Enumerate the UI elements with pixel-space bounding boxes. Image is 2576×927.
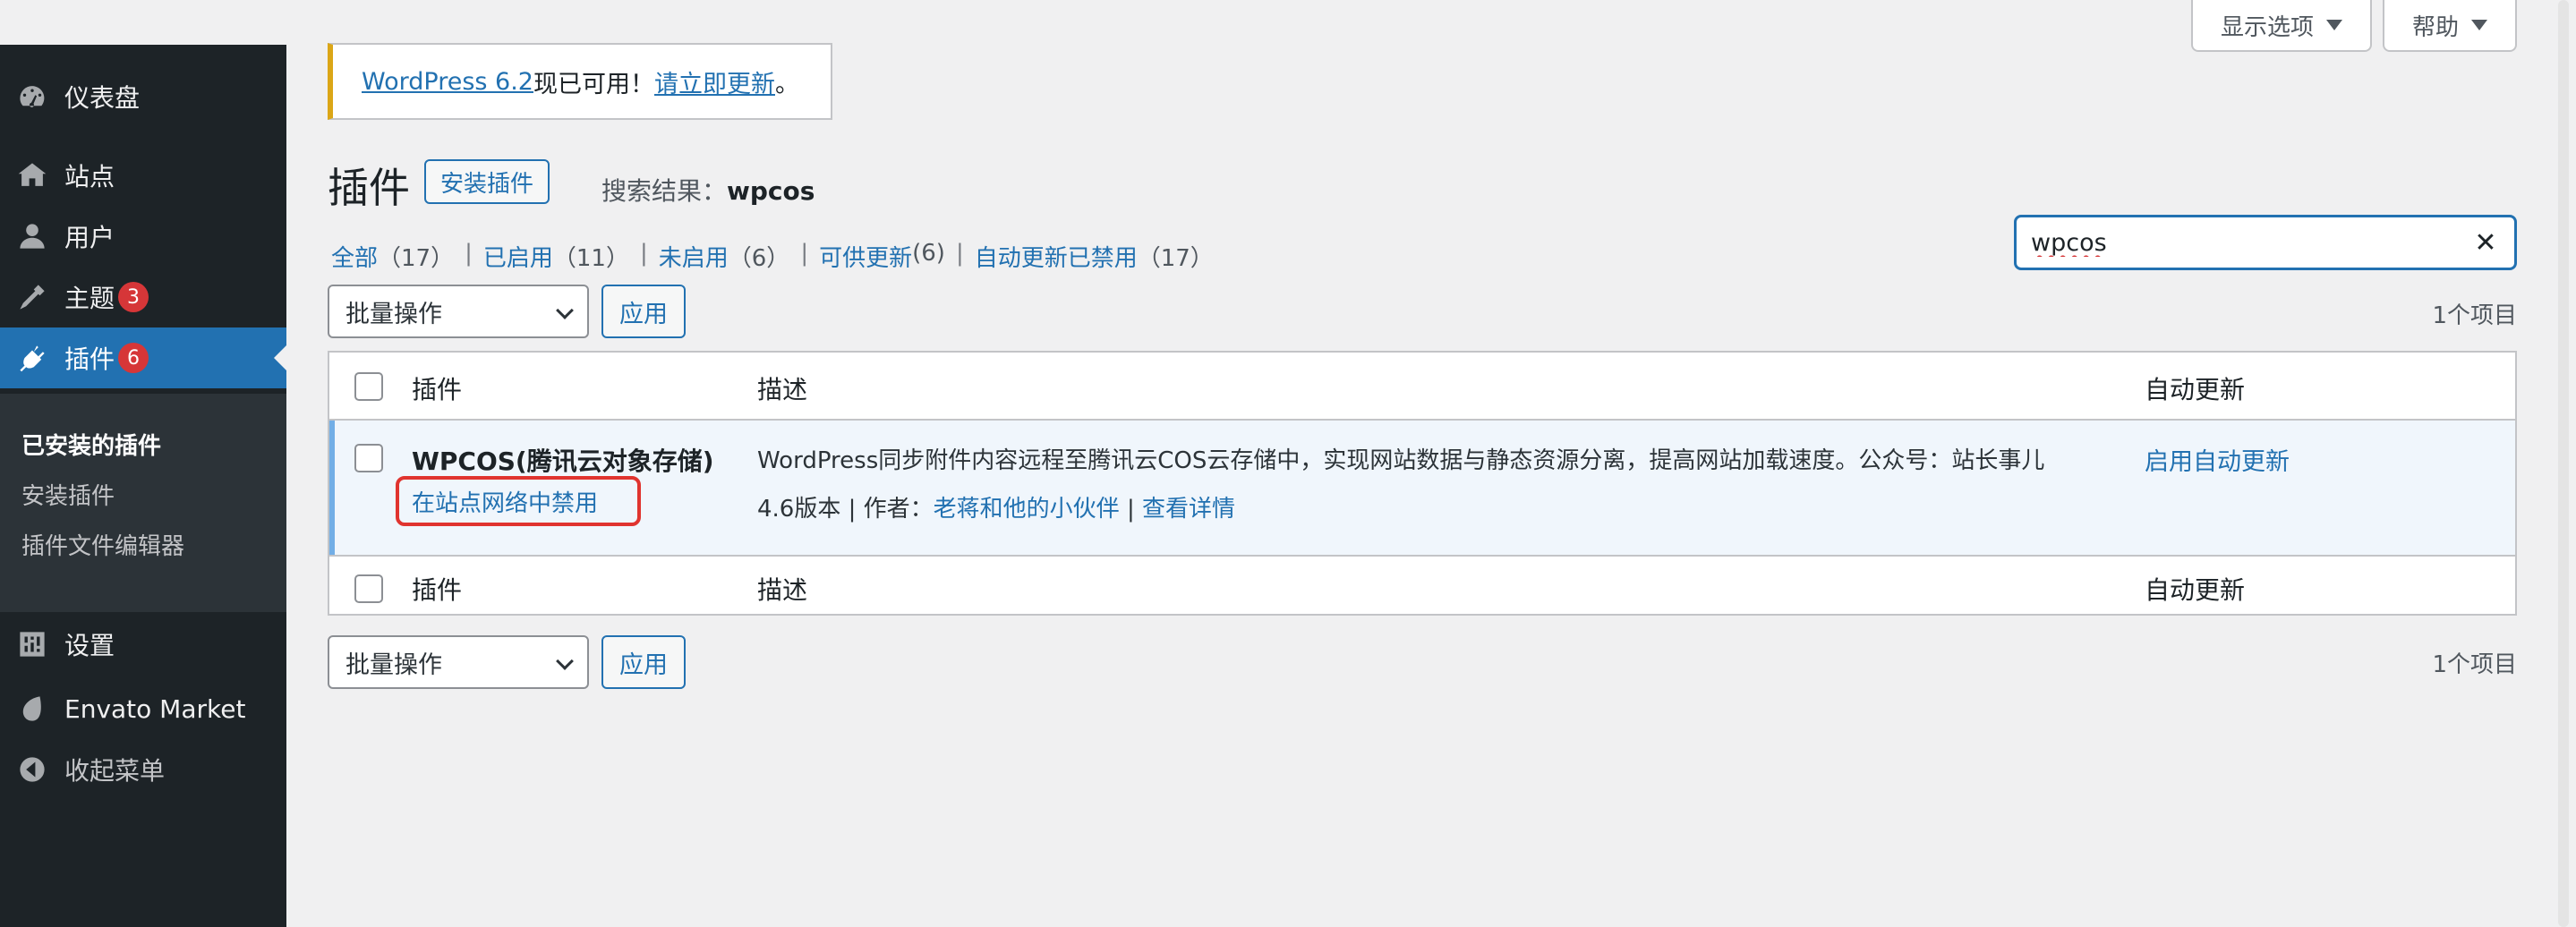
filter-count: (6)	[912, 240, 945, 267]
items-count-bottom: 1个项目	[2432, 651, 2517, 678]
column-header-auto-update: 自动更新	[2145, 375, 2246, 404]
sidebar-item-sites[interactable]: 站点	[0, 145, 286, 206]
items-count-top: 1个项目	[2432, 302, 2517, 329]
plugin-status-filters: 全部 （17） | 已启用 （11） | 未启用 （6） | 可供更新 (6) | 自动…	[331, 240, 1214, 273]
sidebar-item-plugins[interactable]: 插件 6	[0, 327, 286, 388]
sidebar-label: Envato Market	[64, 693, 246, 724]
filter-update-available[interactable]: 可供更新	[819, 240, 912, 273]
caret-down-icon	[2471, 20, 2487, 30]
search-results-summary: 搜索结果：wpcos	[601, 172, 815, 208]
bulk-actions-select-bottom[interactable]: 批量操作	[328, 635, 589, 689]
search-results-label: 搜索结果：	[601, 176, 728, 206]
page-title: 插件	[328, 164, 410, 212]
page-scrollbar[interactable]	[2558, 0, 2569, 927]
sidebar-label: 主题	[64, 284, 115, 313]
clear-search-icon[interactable]: ✕	[2471, 227, 2500, 259]
bulk-actions-label: 批量操作	[345, 300, 442, 328]
dashboard-icon	[16, 81, 48, 113]
table-footer-row: 插件 描述 自动更新	[329, 555, 2515, 616]
sidebar-label: 站点	[64, 162, 115, 191]
submenu-installed-plugins[interactable]: 已安装的插件	[21, 428, 161, 461]
column-header-plugin: 插件	[412, 375, 463, 404]
notice-end: 。	[774, 70, 799, 98]
column-header-description: 描述	[757, 375, 808, 404]
plugin-name: WPCOS(腾讯云对象存储)	[412, 446, 714, 476]
filter-count: （17）	[378, 245, 455, 272]
plugin-search-input[interactable]	[2031, 228, 2461, 257]
chevron-down-icon	[556, 652, 574, 670]
filter-separator: |	[955, 240, 964, 267]
sidebar-label: 收起菜单	[64, 756, 166, 786]
select-all-checkbox-footer[interactable]	[354, 574, 383, 603]
update-count-badge: 6	[118, 343, 149, 373]
sidebar-item-themes[interactable]: 主题 3	[0, 267, 286, 327]
table-row: WPCOS(腾讯云对象存储) 在站点网络中禁用 WordPress同步附件内容远…	[329, 421, 2515, 555]
plugin-meta: 4.6版本 | 作者：老蒋和他的小伙伴 | 查看详情	[757, 496, 1235, 523]
sidebar-collapse-menu[interactable]: 收起菜单	[0, 739, 286, 800]
sidebar-label: 插件	[64, 344, 115, 374]
plugin-search-box: ✕	[2014, 215, 2517, 270]
caret-down-icon	[2326, 20, 2342, 30]
submenu-plugin-editor[interactable]: 插件文件编辑器	[21, 528, 184, 561]
screen-options-label: 显示选项	[2220, 13, 2314, 41]
sidebar-label: 仪表盘	[64, 83, 141, 113]
sidebar-item-users[interactable]: 用户	[0, 206, 286, 267]
sidebar-item-settings[interactable]: 设置	[0, 614, 286, 675]
plugins-icon	[16, 342, 48, 374]
wordpress-version-link[interactable]: WordPress 6.2	[362, 68, 533, 96]
update-notice: WordPress 6.2 现已可用！ 请立即更新。	[328, 43, 832, 120]
enable-auto-update-link[interactable]: 启用自动更新	[2145, 442, 2290, 477]
filter-auto-update-disabled[interactable]: 自动更新已禁用	[975, 240, 1138, 273]
author-link[interactable]: 老蒋和他的小伙伴	[934, 496, 1120, 523]
update-now-link[interactable]: 请立即更新	[654, 64, 775, 99]
sidebar-item-dashboard[interactable]: 仪表盘	[0, 66, 286, 127]
plugins-table: 插件 描述 自动更新 WPCOS(腾讯云对象存储) 在站点网络中禁用 WordP…	[328, 351, 2517, 616]
filter-count: （17）	[1137, 245, 1214, 272]
filter-active[interactable]: 已启用	[483, 240, 553, 273]
filter-count: （11）	[552, 245, 629, 272]
plugin-version: 4.6版本	[757, 496, 841, 523]
submenu-add-plugins[interactable]: 安装插件	[21, 478, 115, 511]
users-icon	[16, 220, 48, 252]
help-button[interactable]: 帮助	[2383, 0, 2517, 52]
sidebar-label: 用户	[64, 223, 115, 252]
plugin-checkbox[interactable]	[354, 444, 383, 472]
screen-options-button[interactable]: 显示选项	[2191, 0, 2372, 52]
plugins-submenu: 已安装的插件 安装插件 插件文件编辑器	[0, 394, 286, 612]
plugin-description: WordPress同步附件内容远程至腾讯云COS云存储中，实现网站数据与静态资源…	[757, 447, 2045, 474]
update-count-badge: 3	[118, 282, 149, 312]
collapse-icon	[16, 753, 48, 786]
add-new-plugin-button[interactable]: 安装插件	[424, 159, 550, 204]
filter-separator: |	[800, 240, 809, 267]
filter-all[interactable]: 全部	[331, 240, 378, 273]
bulk-actions-label: 批量操作	[345, 651, 442, 679]
column-footer-description: 描述	[757, 575, 808, 605]
filter-separator: |	[639, 240, 648, 267]
admin-sidebar: 仪表盘 站点 用户 主题 3 插件 6 已安装的插件 安装插件 插件文件编辑器	[0, 45, 286, 927]
column-footer-auto-update: 自动更新	[2145, 575, 2246, 605]
bulk-actions-select-top[interactable]: 批量操作	[328, 285, 589, 338]
filter-inactive[interactable]: 未启用	[659, 240, 729, 273]
filter-count: （6）	[728, 245, 790, 272]
search-term: wpcos	[727, 176, 815, 206]
chevron-down-icon	[556, 302, 574, 319]
column-footer-plugin: 插件	[412, 575, 463, 605]
apply-button-bottom[interactable]: 应用	[601, 635, 686, 689]
author-label: 作者：	[863, 496, 934, 523]
apply-button-top[interactable]: 应用	[601, 285, 686, 338]
envato-icon	[16, 693, 48, 725]
sidebar-label: 设置	[64, 631, 115, 660]
view-details-link[interactable]: 查看详情	[1142, 496, 1235, 523]
network-deactivate-link[interactable]: 在站点网络中禁用	[396, 476, 641, 526]
notice-text: 现已可用！	[533, 70, 654, 98]
help-label: 帮助	[2411, 13, 2459, 41]
select-all-checkbox[interactable]	[354, 372, 383, 401]
sidebar-item-envato-market[interactable]: Envato Market	[0, 678, 286, 739]
table-header-row: 插件 描述 自动更新	[329, 353, 2515, 421]
sites-icon	[16, 159, 48, 191]
themes-icon	[16, 281, 48, 313]
settings-icon	[16, 628, 48, 660]
filter-separator: |	[465, 240, 473, 267]
